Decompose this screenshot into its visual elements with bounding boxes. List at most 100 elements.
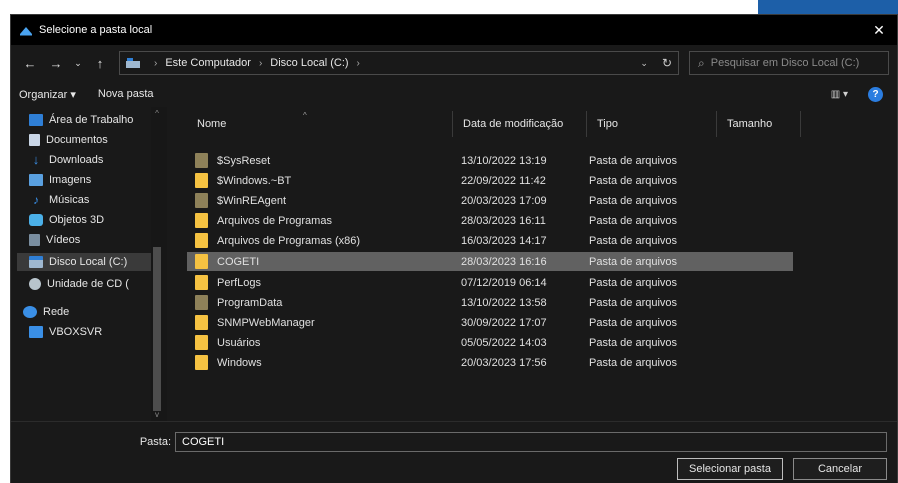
organize-menu-button[interactable]: Organizar ▾ [19, 88, 76, 101]
sidebar-item-area-de-trabalho[interactable]: Área de Trabalho [29, 111, 157, 129]
column-header-label: Tamanho [727, 118, 773, 130]
file-type: Pasta de arquivos [589, 276, 678, 289]
sidebar-item-imagens[interactable]: Imagens [29, 171, 157, 189]
command-bar: Organizar ▾ Nova pasta ▥ ▾ ? [11, 81, 897, 107]
file-name: $WinREAgent [217, 194, 287, 207]
view-options-icon[interactable]: ▥ ▾ [831, 89, 848, 100]
folder-icon [195, 193, 208, 208]
file-name: $Windows.~BT [217, 174, 292, 187]
sidebar-item-objetos-3d[interactable]: Objetos 3D [29, 211, 157, 229]
address-dropdown-chevron-icon[interactable]: ⌄ [640, 58, 648, 69]
desktop-icon [29, 114, 43, 126]
table-row[interactable]: $WinREAgent 20/03/2023 17:09 Pasta de arqu… [187, 191, 793, 210]
table-row[interactable]: Arquivos de Programas (x86) 16/03/2023 14… [187, 231, 793, 250]
up-arrow-icon[interactable]: ↑ [89, 52, 111, 74]
file-date: 28/03/2023 16:11 [461, 214, 546, 227]
column-header-type[interactable]: Tipo [587, 111, 717, 137]
column-header-size[interactable]: Tamanho [717, 111, 801, 137]
title-bar: Selecione a pasta local ✕ [11, 15, 897, 45]
file-name: Usuários [217, 336, 261, 349]
folder-icon [195, 153, 208, 168]
sidebar-item-documentos[interactable]: Documentos [29, 131, 157, 149]
file-date: 16/03/2023 14:17 [461, 234, 547, 247]
search-input[interactable]: ⌕ Pesquisar em Disco Local (C:) [689, 51, 889, 75]
cancel-button[interactable]: Cancelar [793, 458, 887, 480]
breadcrumb-separator[interactable]: › [259, 58, 262, 69]
table-row[interactable]: Windows 20/03/2023 17:56 Pasta de arquivos [187, 353, 793, 372]
table-row[interactable]: $SysReset 13/10/2022 13:19 Pasta de arquiv… [187, 151, 793, 170]
network-icon [23, 306, 37, 318]
table-row[interactable]: PerfLogs 07/12/2019 06:14 Pasta de arquivo… [187, 273, 793, 292]
file-type: Pasta de arquivos [589, 214, 678, 227]
folder-field-label: Pasta: [139, 436, 171, 448]
sidebar-item-rede[interactable]: Rede [23, 303, 151, 321]
images-icon [29, 174, 43, 186]
file-name-cell: Arquivos de Programas [187, 213, 453, 228]
file-name-cell: ProgramData [187, 295, 453, 310]
folder-icon [195, 355, 208, 370]
sidebar-item-downloads[interactable]: ↓ Downloads [29, 151, 157, 169]
file-name-cell: COGETI [187, 254, 453, 269]
table-row[interactable]: $Windows.~BT 22/09/2022 11:42 Pasta de arq… [187, 171, 793, 190]
table-row[interactable]: Usuários 05/05/2022 14:03 Pasta de arquivo… [187, 333, 793, 352]
sidebar-item-label: Imagens [49, 174, 92, 186]
new-folder-button[interactable]: Nova pasta [98, 88, 154, 100]
breadcrumb-disco-local[interactable]: Disco Local (C:) [270, 57, 348, 69]
select-folder-button[interactable]: Selecionar pasta [677, 458, 783, 480]
table-row-selected[interactable]: COGETI 28/03/2023 16:16 Pasta de arquivos [187, 252, 793, 271]
file-date: 05/05/2022 14:03 [461, 336, 547, 349]
sidebar-item-unidade-de-cd[interactable]: Unidade de CD ( [29, 275, 157, 293]
table-row[interactable]: SNMPWebManager 30/09/2022 17:07 Pasta de a… [187, 313, 793, 332]
folder-icon [195, 233, 208, 248]
sidebar-item-label: VBOXSVR [49, 326, 103, 338]
file-type: Pasta de arquivos [589, 194, 678, 207]
sidebar-item-musicas[interactable]: ♪ Músicas [29, 191, 157, 209]
scroll-down-chevron-icon[interactable]: v [151, 410, 163, 419]
search-icon: ⌕ [698, 55, 705, 70]
navigation-scrollbar[interactable]: ^ v [151, 107, 167, 421]
folder-icon [195, 295, 208, 310]
column-header-date[interactable]: Data de modificação [453, 111, 587, 137]
navigation-bar: ← → ⌄ ↑ › Este Computador › Disco Local … [11, 45, 897, 81]
search-placeholder: Pesquisar em Disco Local (C:) [710, 57, 860, 69]
table-row[interactable]: ProgramData 13/10/2022 13:58 Pasta de arqu… [187, 293, 793, 312]
breadcrumb-separator: › [154, 57, 158, 69]
folder-name-input[interactable]: COGETI [175, 432, 887, 452]
breadcrumb-este-computador[interactable]: Este Computador [165, 57, 251, 69]
sidebar-item-vboxsvr[interactable]: VBOXSVR [29, 323, 157, 341]
column-header-name[interactable]: Nome [187, 111, 453, 137]
sidebar-item-label: Downloads [49, 154, 104, 166]
file-date: 30/09/2022 17:07 [461, 316, 547, 329]
close-icon[interactable]: ✕ [869, 22, 889, 39]
refresh-icon[interactable]: ↻ [662, 56, 672, 70]
file-name: Arquivos de Programas [217, 214, 332, 227]
sidebar-item-label: Área de Trabalho [49, 114, 134, 126]
sidebar-item-videos[interactable]: Vídeos [29, 231, 157, 249]
back-arrow-icon[interactable]: ← [19, 52, 41, 74]
navigation-pane: Área de Trabalho Documentos ↓ Downloads I… [11, 107, 173, 421]
folder-app-icon [20, 26, 32, 35]
column-header-label: Tipo [597, 118, 618, 130]
forward-arrow-icon[interactable]: → [45, 52, 67, 74]
breadcrumb-separator[interactable]: › [357, 58, 360, 69]
address-bar[interactable]: › Este Computador › Disco Local (C:) › ⌄… [119, 51, 679, 75]
table-row[interactable]: Arquivos de Programas 28/03/2023 16:11 Pas… [187, 211, 793, 230]
objects3d-icon [29, 214, 43, 226]
file-name-cell: Windows [187, 355, 453, 370]
music-icon: ♪ [33, 193, 39, 207]
scrollbar-thumb[interactable] [153, 247, 161, 411]
file-name-cell: Usuários [187, 335, 453, 350]
sidebar-item-label: Vídeos [46, 234, 81, 246]
file-type: Pasta de arquivos [589, 174, 678, 187]
help-icon[interactable]: ? [868, 86, 883, 102]
folder-name-value: COGETI [182, 436, 225, 448]
sidebar-item-label: Músicas [49, 194, 90, 206]
recent-locations-chevron-icon[interactable]: ⌄ [71, 52, 85, 74]
sidebar-item-disco-local[interactable]: Disco Local (C:) [17, 253, 151, 271]
file-type: Pasta de arquivos [589, 316, 678, 329]
file-date: 13/10/2022 13:58 [461, 296, 547, 309]
folder-picker-dialog: Selecione a pasta local ✕ ← → ⌄ ↑ › Este… [10, 14, 898, 483]
scroll-up-chevron-icon[interactable]: ^ [151, 109, 163, 118]
sort-up-chevron-icon: ^ [303, 111, 307, 120]
file-name: $SysReset [217, 154, 271, 167]
